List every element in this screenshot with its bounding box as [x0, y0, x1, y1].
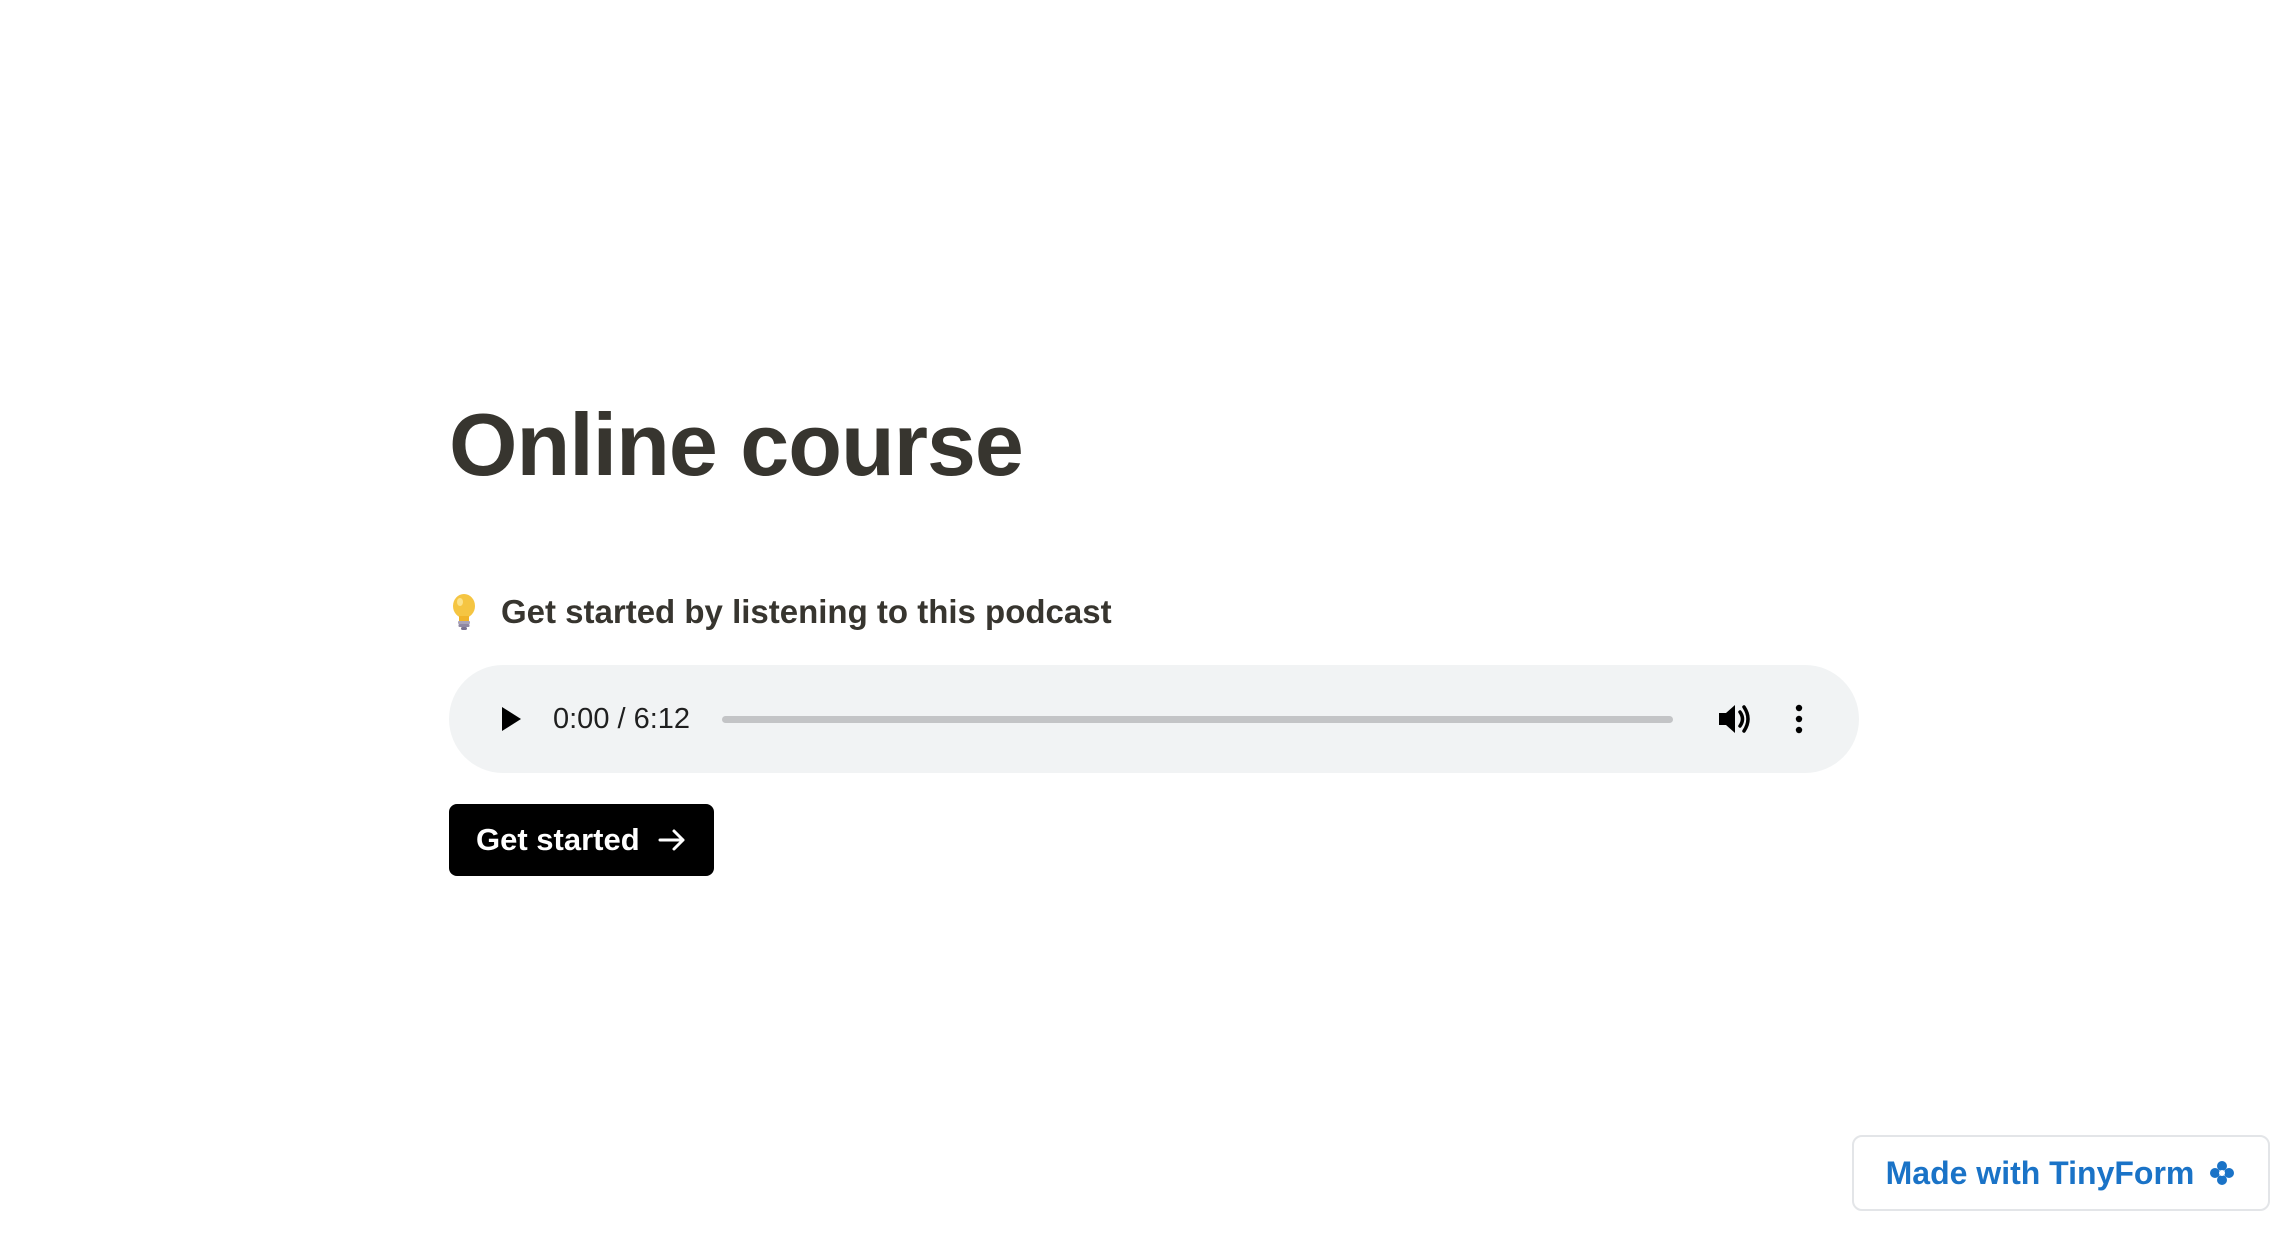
form-content: Online course Get started by listening t…: [449, 390, 1859, 876]
play-icon[interactable]: [489, 697, 533, 741]
seek-slider[interactable]: [722, 715, 1673, 723]
volume-icon[interactable]: [1713, 697, 1757, 741]
prompt-text: Get started by listening to this podcast: [501, 593, 1112, 630]
lightbulb-icon: [449, 592, 479, 632]
more-vert-icon[interactable]: [1777, 697, 1821, 741]
time-display: 0:00 / 6:12: [553, 702, 691, 735]
flower-icon: [2208, 1159, 2236, 1187]
page-title: Online course: [449, 395, 1024, 494]
made-with-label: Made with TinyForm: [1885, 1154, 2195, 1191]
arrow-right-icon: [656, 824, 688, 856]
page: Online course Get started by listening t…: [0, 0, 2292, 1240]
prompt-row: Get started by listening to this podcast: [449, 588, 1859, 636]
get-started-button[interactable]: Get started: [449, 804, 714, 876]
get-started-label: Get started: [476, 822, 640, 857]
made-with-tinyform-badge[interactable]: Made with TinyForm: [1852, 1135, 2270, 1211]
audio-player[interactable]: 0:00 / 6:12: [449, 665, 1859, 773]
